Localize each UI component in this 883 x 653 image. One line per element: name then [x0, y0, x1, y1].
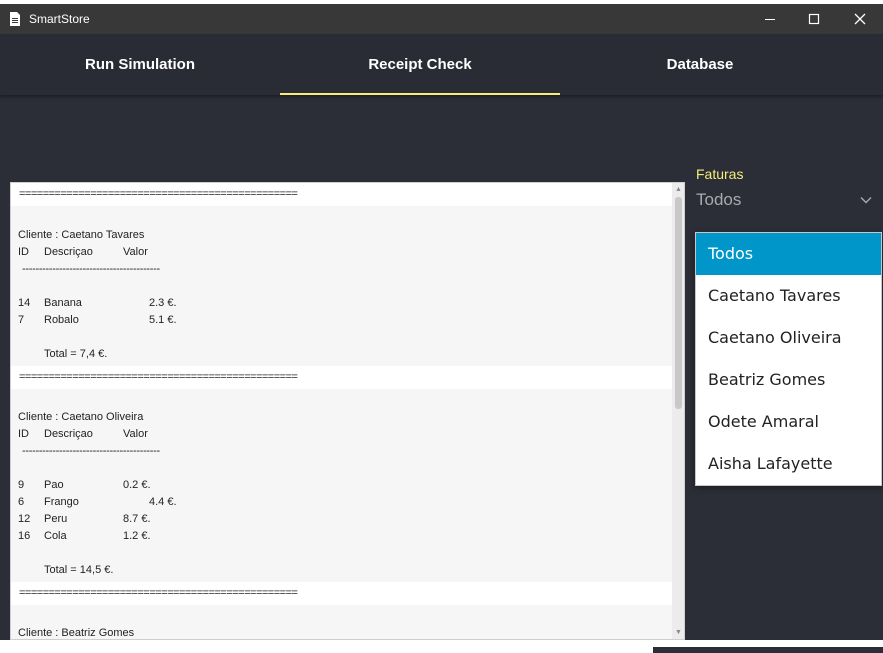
- window-edge: [653, 647, 883, 653]
- item-desc: Peru: [44, 513, 68, 525]
- separator-line: ========================================…: [11, 183, 673, 206]
- dropdown-option[interactable]: Caetano Oliveira: [696, 317, 881, 359]
- minimize-button[interactable]: [747, 4, 793, 34]
- tab-run-simulation[interactable]: Run Simulation: [0, 34, 280, 95]
- dash-line: ----------------------------------------…: [22, 263, 160, 275]
- faturas-select[interactable]: Todos: [696, 190, 876, 216]
- item-id: 7: [18, 314, 25, 326]
- item-desc: Frango: [44, 496, 79, 508]
- customer-name: Cliente : Caetano Tavares: [18, 229, 145, 241]
- maximize-icon: [808, 13, 820, 25]
- tab-label: Run Simulation: [85, 56, 195, 73]
- header-id: ID: [18, 428, 29, 440]
- minimize-icon: [765, 19, 775, 20]
- receipt-block: Cliente : Beatriz Gomes: [11, 605, 673, 639]
- dash-line: ----------------------------------------…: [22, 445, 160, 457]
- close-icon: [854, 13, 866, 25]
- header-id: ID: [18, 246, 29, 258]
- dropdown-option[interactable]: Odete Amaral: [696, 401, 881, 443]
- item-desc: Pao: [44, 479, 64, 491]
- scroll-down-icon[interactable]: ▼: [675, 629, 682, 636]
- tab-database[interactable]: Database: [560, 34, 840, 95]
- item-id: 14: [18, 297, 31, 309]
- item-desc: Cola: [44, 530, 67, 542]
- tab-receipt-check[interactable]: Receipt Check: [280, 34, 560, 95]
- separator-line: ========================================…: [11, 582, 673, 605]
- header-desc: Descriçao: [44, 428, 93, 440]
- header-val: Valor: [123, 428, 148, 440]
- app-window: SmartStore Run Simulation Receipt Check …: [0, 4, 883, 640]
- vertical-scrollbar[interactable]: ▲ ▼: [672, 183, 684, 639]
- faturas-label: Faturas: [696, 166, 744, 182]
- dropdown-option[interactable]: Beatriz Gomes: [696, 359, 881, 401]
- item-id: 9: [18, 479, 25, 491]
- maximize-button[interactable]: [791, 4, 837, 34]
- window-title: SmartStore: [29, 12, 90, 26]
- customer-name: Cliente : Beatriz Gomes: [18, 627, 135, 639]
- item-val: 0.2 €.: [123, 479, 151, 491]
- dropdown-option[interactable]: Caetano Tavares: [696, 275, 881, 317]
- document-icon: [10, 12, 20, 26]
- scroll-thumb[interactable]: [675, 197, 682, 409]
- receipt-block: Cliente : Caetano Oliveira ID Descriçao …: [11, 389, 673, 582]
- faturas-selected-value: Todos: [696, 190, 742, 209]
- item-id: 12: [18, 513, 31, 525]
- dropdown-option[interactable]: Aisha Lafayette: [696, 443, 881, 485]
- receipt-block: Cliente : Caetano Tavares ID Descriçao V…: [11, 206, 673, 366]
- close-button[interactable]: [837, 4, 883, 34]
- item-desc: Banana: [44, 297, 82, 309]
- tab-bar: Run Simulation Receipt Check Database: [0, 34, 883, 95]
- item-val: 8.7 €.: [123, 513, 151, 525]
- item-val: 2.3 €.: [149, 297, 177, 309]
- item-id: 6: [18, 496, 25, 508]
- scroll-up-icon[interactable]: ▲: [675, 186, 682, 193]
- item-val: 5.1 €.: [149, 314, 177, 326]
- header-val: Valor: [123, 246, 148, 258]
- tab-label: Database: [666, 56, 734, 73]
- faturas-dropdown-list: Todos Caetano Tavares Caetano Oliveira B…: [695, 232, 882, 486]
- dropdown-option[interactable]: Todos: [696, 233, 881, 275]
- separator-line: ========================================…: [11, 366, 673, 389]
- receipt-text-area[interactable]: ========================================…: [10, 182, 685, 640]
- header-desc: Descriçao: [44, 246, 93, 258]
- total-line: Total = 7,4 €.: [44, 348, 108, 360]
- chevron-down-icon: [860, 197, 872, 204]
- item-val: 4.4 €.: [149, 496, 177, 508]
- customer-name: Cliente : Caetano Oliveira: [18, 411, 144, 423]
- item-id: 16: [18, 530, 31, 542]
- tab-label: Receipt Check: [368, 56, 472, 73]
- title-bar[interactable]: SmartStore: [0, 4, 883, 34]
- total-line: Total = 14,5 €.: [44, 564, 114, 576]
- receipt-content: ========================================…: [11, 183, 673, 639]
- item-desc: Robalo: [44, 314, 79, 326]
- item-val: 1.2 €.: [123, 530, 151, 542]
